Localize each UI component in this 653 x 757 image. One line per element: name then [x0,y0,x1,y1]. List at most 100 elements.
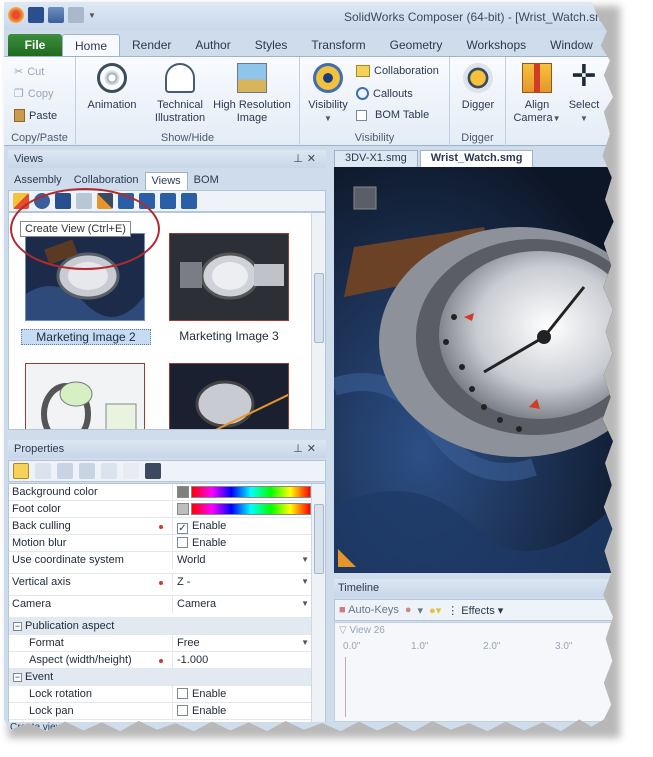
tab-render[interactable]: Render [120,34,183,56]
document-tab-active[interactable]: Wrist_Watch.smg [419,150,534,167]
app-logo-icon[interactable] [8,7,24,23]
pin-close-icons[interactable]: ⊥✕ [293,442,320,455]
property-value[interactable]: World ▼ [172,552,313,569]
property-row[interactable]: Camera Camera ▼ [9,596,313,618]
tab-window[interactable]: Window [538,34,605,56]
property-value[interactable]: Enable [172,535,313,552]
enable-checkbox[interactable] [177,705,188,716]
scrollbar-thumb[interactable] [314,504,324,574]
effects-button[interactable]: ⋮ Effects ▾ [447,604,503,617]
high-resolution-image-button[interactable]: High Resolution Image [208,63,296,125]
view-thumbnail[interactable] [169,233,289,321]
visibility-button[interactable]: Visibility ▼ [304,63,352,125]
tab-author[interactable]: Author [183,34,242,56]
property-category[interactable]: − Publication aspect [9,618,313,635]
property-value[interactable]: Z - ▼ [172,574,313,591]
chevron-down-icon[interactable]: ▼ [301,599,309,608]
property-row[interactable]: Lock rotation Enable [9,686,313,703]
cut-button[interactable]: ✂ Cut [14,65,44,79]
document-tab[interactable]: 3DV-X1.smg [334,150,418,167]
enable-checkbox[interactable]: ✓ [177,523,188,534]
view-label[interactable]: Marketing Image 3 [164,329,294,343]
views-scrollbar[interactable] [311,213,325,429]
filter-icon[interactable]: ▾ [418,604,424,617]
scrollbar-thumb[interactable] [314,273,324,343]
bom-table-button[interactable]: BOM Table [356,109,429,121]
pin-close-icons[interactable]: ⊥✕ [293,152,320,165]
property-value[interactable]: Free ▼ [172,635,313,652]
color-spectrum-picker[interactable] [191,503,311,515]
view-thumbnail[interactable] [169,363,289,429]
tab-bom[interactable]: BOM [188,172,225,190]
property-row[interactable]: Background color [9,484,313,501]
magnifier-digger-icon [463,63,493,93]
select-button[interactable]: ✛ Select ▼ [562,62,606,125]
save-icon[interactable] [28,7,44,23]
tab-styles[interactable]: Styles [243,34,300,56]
property-row[interactable]: Use coordinate system World ▼ [9,552,313,574]
property-value[interactable]: Enable [172,703,313,720]
tab-assembly[interactable]: Assembly [8,172,68,190]
auto-keys-button[interactable]: ■ Auto-Keys [339,604,399,616]
properties-scrollbar[interactable] [311,484,325,722]
chevron-down-icon[interactable]: ▼ [301,555,309,564]
property-value[interactable]: Enable [172,686,313,703]
enable-checkbox[interactable] [177,537,188,548]
collapse-icon[interactable]: − [13,673,22,682]
property-value[interactable]: -1.000 [172,652,313,669]
color-key-icon[interactable]: ●▾ [429,604,441,617]
property-value[interactable]: ✓ Enable [172,518,313,535]
collapse-icon[interactable]: − [13,622,22,631]
property-row[interactable]: Vertical axis Z - ▼ [9,574,313,596]
refresh-icon[interactable] [101,463,117,479]
sort-alphabetical-icon[interactable] [35,463,51,479]
redo-icon[interactable] [68,7,84,23]
expand-all-icon[interactable] [57,463,73,479]
categorized-icon[interactable] [13,463,29,479]
chevron-down-icon[interactable]: ▼ [301,577,309,586]
view-thumbnail[interactable] [25,363,145,429]
timeline-track[interactable]: ▽ View 26 0.0" 1.0" 2.0" 3.0" [334,622,614,722]
undo-icon[interactable] [48,7,64,23]
tab-views[interactable]: Views [144,172,188,190]
property-category[interactable]: − Event [9,669,313,686]
callouts-button[interactable]: Callouts [356,87,413,100]
customize-qat-icon[interactable]: ▼ [88,11,96,20]
key-icon[interactable]: ● [405,604,412,616]
pick-icon[interactable] [123,463,139,479]
align-camera-button[interactable]: Align Camera▼ [512,63,562,125]
property-row[interactable]: Motion blur Enable [9,535,313,552]
property-row[interactable]: Foot color [9,501,313,518]
tab-workshops[interactable]: Workshops [454,34,538,56]
tab-geometry[interactable]: Geometry [378,34,455,56]
property-value[interactable]: Camera ▼ [172,596,313,613]
previous-view-icon[interactable] [160,193,176,209]
time-cursor[interactable] [345,657,346,717]
property-row[interactable]: Aspect (width/height) -1.000 [9,652,313,669]
property-row[interactable]: Back culling ✓ Enable [9,518,313,535]
technical-illustration-button[interactable]: Technical Illustration [144,63,216,125]
paste-button[interactable]: Paste [14,109,57,122]
view-label[interactable]: Marketing Image 2 [21,329,151,345]
tab-transform[interactable]: Transform [299,34,377,56]
property-value[interactable] [172,484,313,501]
property-row[interactable]: Lock pan Enable [9,703,313,720]
chevron-down-icon[interactable]: ▼ [301,638,309,647]
digger-button[interactable]: Digger [454,63,502,112]
color-swatch[interactable] [177,486,189,498]
collapse-all-icon[interactable] [79,463,95,479]
tab-home[interactable]: Home [62,34,121,56]
collaboration-button[interactable]: Collaboration [356,65,439,77]
copy-button[interactable]: ❐ Copy [14,87,54,101]
last-view-icon[interactable] [181,193,197,209]
bom-table-checkbox[interactable] [356,109,367,121]
color-spectrum-picker[interactable] [191,486,311,498]
property-pages-icon[interactable] [145,463,161,479]
color-swatch[interactable] [177,503,189,515]
3d-viewport[interactable] [334,167,614,573]
property-value[interactable] [172,501,313,518]
property-row[interactable]: Format Free ▼ [9,635,313,652]
tab-file[interactable]: File [8,34,62,56]
animation-button[interactable]: Animation [82,63,142,112]
enable-checkbox[interactable] [177,688,188,699]
